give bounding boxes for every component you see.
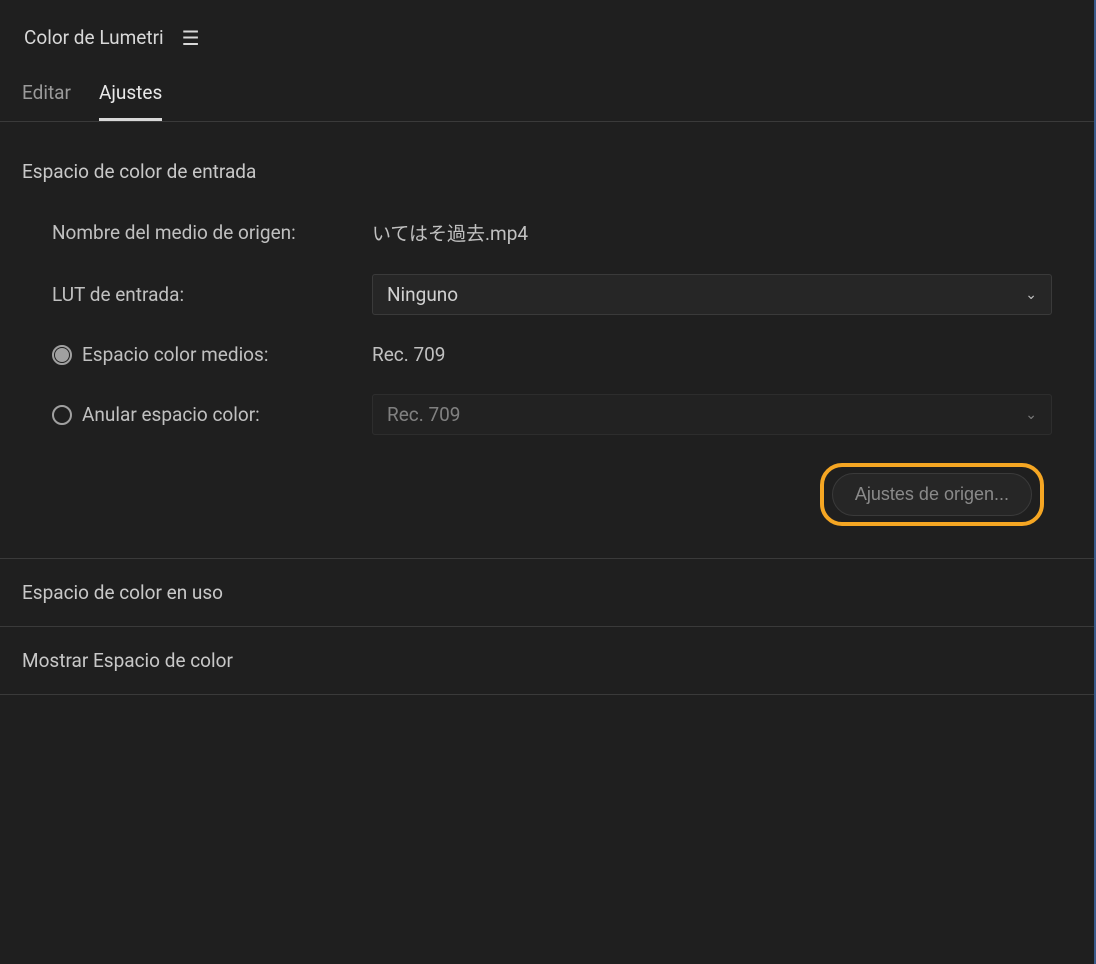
section-working-color-space-title: Espacio de color en uso: [22, 581, 1072, 604]
chevron-down-icon: ⌄: [1025, 287, 1037, 303]
section-input-color-space: Espacio de color de entrada Nombre del m…: [0, 122, 1094, 559]
row-input-lut: LUT de entrada: Ninguno ⌄: [22, 274, 1072, 315]
input-lut-value: Ninguno: [387, 283, 458, 306]
override-color-space-value: Rec. 709: [387, 403, 461, 426]
row-media-color-space: Espacio color medios: Rec. 709: [22, 343, 1072, 366]
section-display-color-space[interactable]: Mostrar Espacio de color: [0, 627, 1094, 695]
chevron-down-icon: ⌄: [1025, 407, 1037, 423]
source-settings-row: Ajustes de origen...: [22, 463, 1072, 526]
hamburger-menu-icon[interactable]: ☰: [182, 28, 200, 48]
override-color-space-radio[interactable]: [52, 405, 72, 425]
section-display-color-space-title: Mostrar Espacio de color: [22, 649, 1072, 672]
source-media-label: Nombre del medio de origen:: [52, 221, 372, 244]
source-media-value: いてはそ過去.mp4: [372, 219, 1072, 246]
source-settings-button[interactable]: Ajustes de origen...: [832, 473, 1032, 516]
panel-title: Color de Lumetri: [24, 26, 164, 49]
row-source-media: Nombre del medio de origen: いてはそ過去.mp4: [22, 219, 1072, 246]
override-color-space-dropdown: Rec. 709 ⌄: [372, 394, 1052, 435]
section-working-color-space[interactable]: Espacio de color en uso: [0, 559, 1094, 627]
tab-settings[interactable]: Ajustes: [99, 81, 162, 121]
input-lut-label: LUT de entrada:: [52, 283, 372, 306]
tabs-bar: Editar Ajustes: [0, 59, 1094, 122]
media-color-space-value: Rec. 709: [372, 343, 1072, 366]
section-input-color-space-title: Espacio de color de entrada: [22, 160, 1072, 183]
tab-edit[interactable]: Editar: [22, 81, 71, 121]
lumetri-color-panel: Color de Lumetri ☰ Editar Ajustes Espaci…: [0, 0, 1094, 695]
media-color-space-label: Espacio color medios:: [82, 343, 268, 366]
media-color-space-radio[interactable]: [52, 345, 72, 365]
row-override-color-space: Anular espacio color: Rec. 709 ⌄: [22, 394, 1072, 435]
panel-header: Color de Lumetri ☰: [0, 0, 1094, 59]
override-color-space-label: Anular espacio color:: [82, 403, 260, 426]
input-lut-dropdown[interactable]: Ninguno ⌄: [372, 274, 1052, 315]
highlight-ring: Ajustes de origen...: [820, 463, 1044, 526]
